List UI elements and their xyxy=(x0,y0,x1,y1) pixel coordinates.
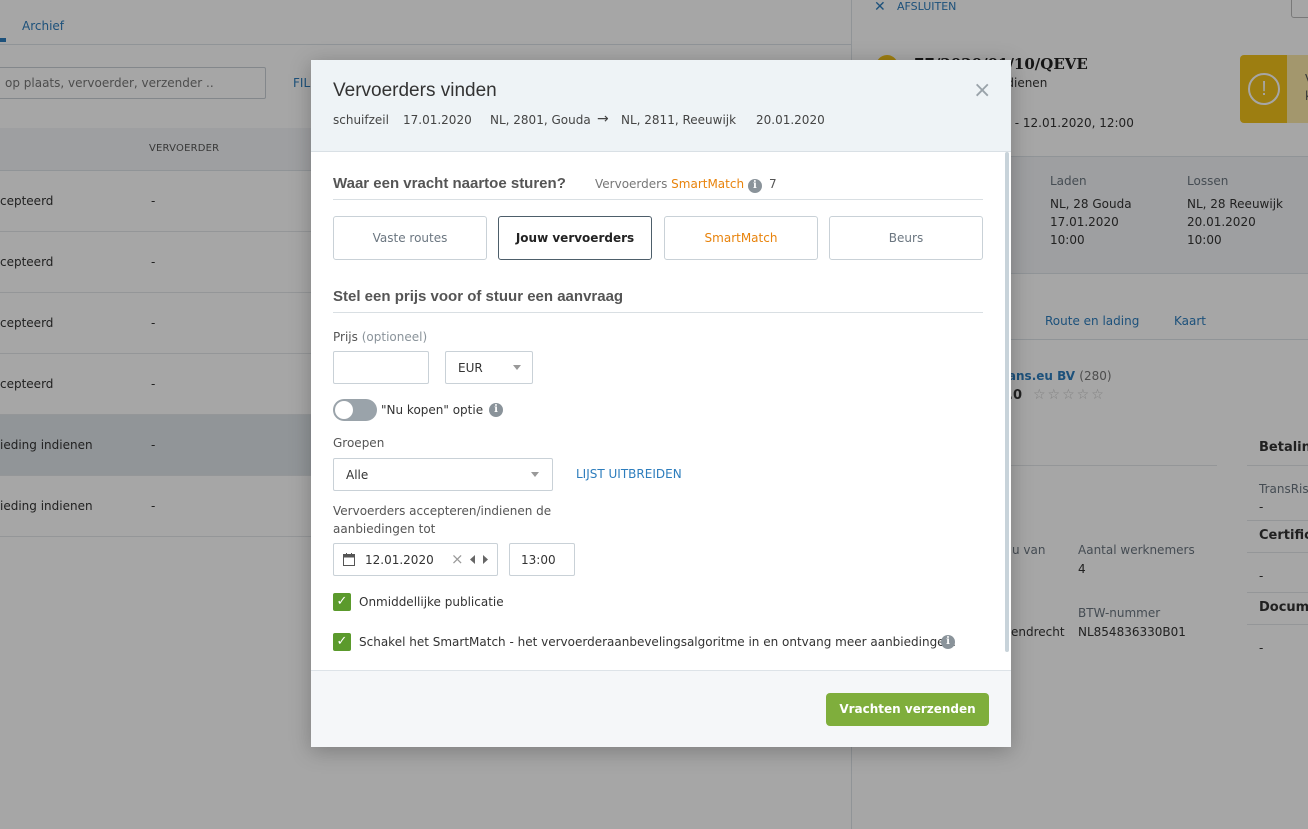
date-value: 12.01.2020 xyxy=(365,553,434,567)
groups-value: Alle xyxy=(346,468,369,482)
dialog-header: Vervoerders vinden × schuifzeil 17.01.20… xyxy=(311,60,1011,152)
option-smartmatch[interactable]: SmartMatch xyxy=(664,216,818,260)
smartmatch-checkbox[interactable]: ✓ xyxy=(333,633,351,651)
option-beurs[interactable]: Beurs xyxy=(829,216,983,260)
deadline-label-line2: aanbiedingen tot xyxy=(333,522,436,536)
option-jouw-vervoerders[interactable]: Jouw vervoerders xyxy=(498,216,652,260)
close-icon[interactable]: × xyxy=(973,78,991,103)
info-icon[interactable]: i xyxy=(941,635,955,649)
unload-date: 20.01.2020 xyxy=(756,113,825,127)
publish-label: Onmiddellijke publicatie xyxy=(359,595,504,609)
dialog-body: Waar een vracht naartoe sturen? Vervoerd… xyxy=(311,152,1011,670)
load-date: 17.01.2020 xyxy=(403,113,472,127)
subtitle-prefix: Vervoerders xyxy=(595,177,668,191)
toggle-knob xyxy=(335,401,353,419)
chevron-right-icon[interactable] xyxy=(483,555,489,564)
divider xyxy=(333,199,983,200)
smartmatch-label-text: Schakel het SmartMatch - het vervoerdera… xyxy=(359,635,956,649)
price-input[interactable] xyxy=(333,351,429,384)
time-input[interactable]: 13:00 xyxy=(509,543,575,576)
groups-select[interactable]: Alle xyxy=(333,458,553,491)
chevron-left-icon[interactable] xyxy=(470,555,476,564)
price-label: Prijs (optioneel) xyxy=(333,330,427,344)
date-input[interactable]: 12.01.2020 × xyxy=(333,543,498,576)
dialog-title: Vervoerders vinden xyxy=(333,80,497,101)
info-icon[interactable]: i xyxy=(747,179,762,193)
arrow-right-icon: → xyxy=(597,111,609,127)
buy-now-label: "Nu kopen" optie xyxy=(381,403,484,417)
carrier-count: 7 xyxy=(769,177,777,191)
chevron-down-icon xyxy=(513,365,521,370)
calendar-icon[interactable] xyxy=(343,553,355,566)
find-carriers-dialog: Vervoerders vinden × schuifzeil 17.01.20… xyxy=(311,60,1011,747)
scrollbar[interactable] xyxy=(1005,152,1009,652)
publish-checkbox[interactable]: ✓ xyxy=(333,593,351,611)
smartmatch-label: SmartMatch xyxy=(671,177,745,191)
clear-icon[interactable]: × xyxy=(451,550,464,568)
check-icon: ✓ xyxy=(336,634,348,649)
option-vaste-routes[interactable]: Vaste routes xyxy=(333,216,487,260)
dialog-footer: Vrachten verzenden xyxy=(311,670,1011,747)
origin: NL, 2801, Gouda xyxy=(490,113,591,127)
price-label-text: Prijs xyxy=(333,330,358,344)
currency-value: EUR xyxy=(458,361,483,375)
divider xyxy=(333,312,983,313)
price-optional-text: (optioneel) xyxy=(361,330,428,344)
send-section-subtitle: Vervoerders SmartMatch i xyxy=(595,177,762,193)
trailer-type: schuifzeil xyxy=(333,113,389,127)
groups-label: Groepen xyxy=(333,436,385,450)
destination: NL, 2811, Reeuwijk xyxy=(621,113,737,127)
send-loads-button[interactable]: Vrachten verzenden xyxy=(826,693,989,726)
check-icon: ✓ xyxy=(336,594,348,609)
send-section-title: Waar een vracht naartoe sturen? xyxy=(333,175,566,192)
info-icon[interactable]: i xyxy=(489,403,503,417)
currency-select[interactable]: EUR xyxy=(445,351,533,384)
deadline-label-line1: Vervoerders accepteren/indienen de xyxy=(333,504,552,518)
expand-list-link[interactable]: LIJST UITBREIDEN xyxy=(576,467,682,481)
buy-now-toggle[interactable] xyxy=(333,399,377,421)
price-section-title: Stel een prijs voor of stuur een aanvraa… xyxy=(333,288,624,305)
chevron-down-icon xyxy=(531,472,539,477)
